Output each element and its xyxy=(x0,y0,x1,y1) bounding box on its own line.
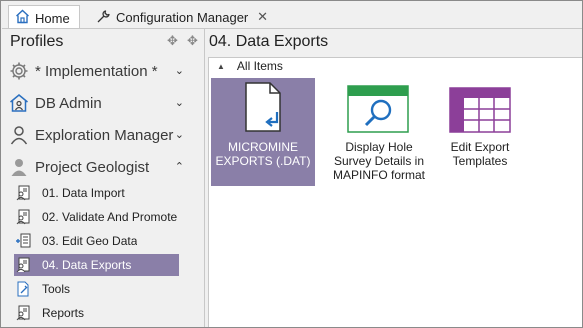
sidebar-item-validate-and-promote[interactable]: 02. Validate And Promote xyxy=(14,206,179,228)
tab-home[interactable]: Home xyxy=(8,5,80,30)
sidebar-item-tools[interactable]: Tools xyxy=(14,278,179,300)
user-doc-icon xyxy=(14,256,32,274)
sidebar-item-label: 02. Validate And Promote xyxy=(42,210,178,224)
application-window: Home Configuration Manager ✕ Profiles * … xyxy=(0,0,583,328)
house-user-icon xyxy=(8,92,30,114)
page-title: 04. Data Exports xyxy=(209,33,329,50)
panel-splitter[interactable] xyxy=(204,29,205,327)
profile-group-project-geologist[interactable]: Project Geologist ⌃ xyxy=(8,154,186,180)
profile-group-label: Project Geologist xyxy=(35,158,150,176)
profile-group-exploration-manager[interactable]: Exploration Manager ⌄ xyxy=(8,122,186,148)
profile-group-implementation[interactable]: * Implementation * ⌄ xyxy=(8,58,186,84)
profile-group-label: Exploration Manager xyxy=(35,126,174,144)
gear-icon xyxy=(8,60,30,82)
search-window-icon xyxy=(347,85,409,133)
sidebar-item-label: 04. Data Exports xyxy=(42,258,132,272)
table-icon xyxy=(449,87,511,133)
items-panel: ▲ All Items MICROMINE EXPORTS (.DAT) Dis… xyxy=(208,57,582,327)
user-doc-icon xyxy=(14,304,32,322)
profile-group-label: * Implementation * xyxy=(35,62,158,80)
home-icon xyxy=(15,9,30,27)
sidebar-item-label: Tools xyxy=(42,282,71,296)
sidebar-item-label: 03. Edit Geo Data xyxy=(42,234,138,248)
file-export-icon xyxy=(245,82,281,132)
user-doc-icon xyxy=(14,208,32,226)
profile-group-db-admin[interactable]: DB Admin ⌄ xyxy=(8,90,186,116)
group-header-label: All Items xyxy=(236,59,283,73)
profile-group-label: DB Admin xyxy=(35,94,102,112)
tab-strip: Home Configuration Manager ✕ xyxy=(2,2,582,30)
collapse-triangle-icon[interactable]: ▲ xyxy=(217,62,225,71)
move-handle-icon[interactable]: ✥ xyxy=(167,33,178,49)
sidebar-item-data-import[interactable]: 01. Data Import xyxy=(14,182,179,204)
wrench-icon xyxy=(96,9,111,27)
sidebar-item-label: 01. Data Import xyxy=(42,186,125,200)
profiles-sidebar: Profiles * Implementation * ⌄ DB Admin ⌄… xyxy=(2,29,188,327)
tile-edit-export-templates[interactable]: Edit Export Templates xyxy=(428,78,532,186)
group-header[interactable]: ▲ All Items xyxy=(217,59,283,73)
sidebar-title: Profiles xyxy=(10,33,64,50)
tools-icon xyxy=(14,280,32,298)
tile-label: MICROMINE EXPORTS (.DAT) xyxy=(215,140,311,168)
tile-display-hole-survey[interactable]: Display Hole Survey Details in MAPINFO f… xyxy=(327,78,431,186)
tab-home-label: Home xyxy=(35,10,70,26)
person-icon xyxy=(8,156,30,178)
tab-configuration-manager[interactable]: Configuration Manager ✕ xyxy=(92,5,282,30)
tile-label: Edit Export Templates xyxy=(450,140,510,168)
tab-configuration-manager-label: Configuration Manager xyxy=(116,10,249,25)
chevron-down-icon[interactable]: ⌄ xyxy=(175,128,184,141)
tile-label: Display Hole Survey Details in MAPINFO f… xyxy=(332,140,425,182)
chevron-up-icon[interactable]: ⌃ xyxy=(175,160,184,173)
sidebar-item-data-exports[interactable]: 04. Data Exports xyxy=(14,254,179,276)
tile-micromine-exports[interactable]: MICROMINE EXPORTS (.DAT) xyxy=(211,78,315,186)
user-doc-icon xyxy=(14,184,32,202)
sidebar-item-edit-geo-data[interactable]: 03. Edit Geo Data xyxy=(14,230,179,252)
sidebar-item-reports[interactable]: Reports xyxy=(14,302,179,324)
chevron-down-icon[interactable]: ⌄ xyxy=(175,64,184,77)
edit-data-icon xyxy=(14,232,32,250)
move-handle-icon[interactable]: ✥ xyxy=(187,33,198,49)
close-icon[interactable]: ✕ xyxy=(257,9,268,25)
sidebar-item-label: Reports xyxy=(42,306,85,320)
person-icon xyxy=(8,124,30,146)
chevron-down-icon[interactable]: ⌄ xyxy=(175,96,184,109)
